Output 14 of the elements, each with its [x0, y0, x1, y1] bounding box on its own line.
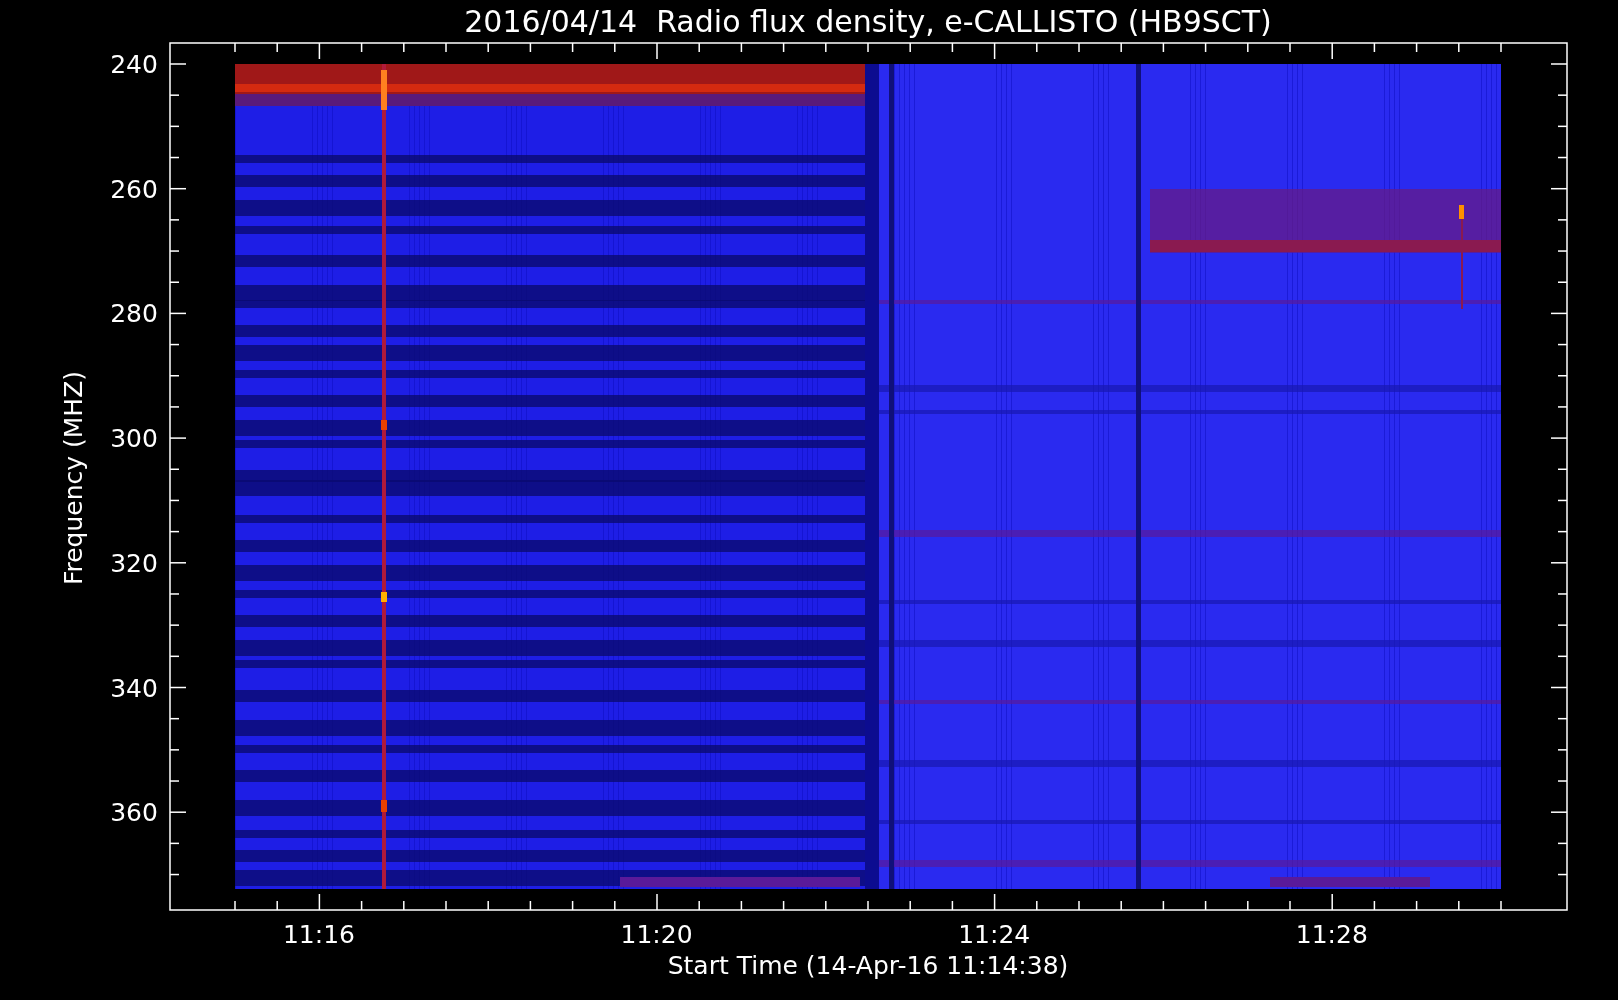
y-tick-label: 260 — [110, 174, 158, 204]
x-tick-label: 11:20 — [620, 920, 693, 949]
y-axis-label: Frequency (MHZ) — [59, 370, 88, 586]
y-tick-label: 360 — [110, 798, 158, 828]
y-tick-label: 280 — [110, 299, 158, 329]
x-axis-label: Start Time (14-Apr-16 11:14:38) — [667, 951, 1069, 980]
x-tick-label: 11:16 — [283, 920, 355, 949]
x-tick-label: 11:28 — [1295, 920, 1368, 949]
x-tick-label: 11:24 — [958, 920, 1031, 949]
chart-title: 2016/04/14 Radio flux density, e-CALLISTO (HB9SCT) — [464, 4, 1272, 39]
y-tick-label: 300 — [110, 424, 158, 454]
y-tick-label: 240 — [110, 50, 158, 79]
y-tick-label: 320 — [110, 548, 158, 578]
y-tick-label: 340 — [110, 673, 158, 703]
